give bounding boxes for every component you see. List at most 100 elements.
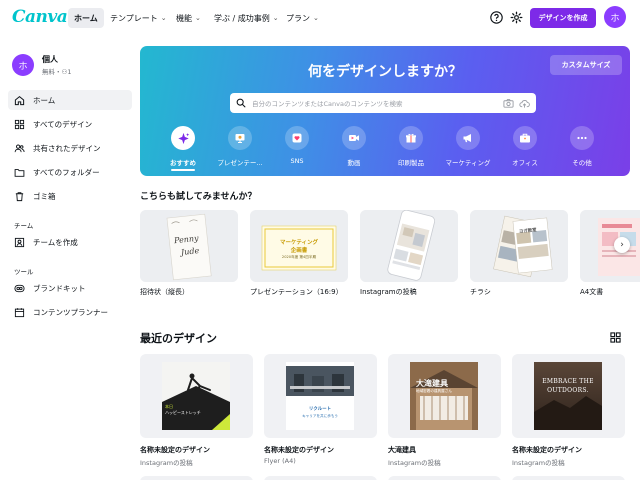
thumb-text: リクルート [308, 407, 332, 412]
sidebar-item-label: すべてのデザイン [33, 119, 93, 129]
sidebar-item-create-team[interactable]: チームを作成 [8, 232, 132, 252]
template-label: プレゼンテーション（16:9） [250, 288, 343, 296]
user-name[interactable]: 個人 [42, 54, 58, 65]
design-name[interactable]: 名称未設定のデザイン [264, 445, 334, 455]
brand-icon [14, 284, 25, 292]
nav-plans[interactable]: プラン ⌄ [280, 8, 325, 28]
gear-icon[interactable] [508, 9, 524, 25]
create-design-button[interactable]: デザインを作成 [530, 8, 596, 28]
template-label: Instagramの投稿 [360, 288, 417, 296]
calendar-icon [14, 307, 25, 317]
more-icon [570, 126, 594, 150]
sidebar: ホ 個人 無料・⚇1 ホーム すべてのデザイン 共有されたデザイン すべてのフォ… [0, 36, 136, 480]
template-card-presentation[interactable]: マーケティング 企画書 2020年度 第4四半期 [250, 210, 348, 282]
help-circle-icon[interactable] [488, 9, 504, 25]
user-avatar[interactable]: ホ [12, 54, 34, 76]
category-recommended[interactable]: おすすめ [155, 126, 211, 171]
instagram-thumbnail [360, 210, 458, 282]
thumb-text: OUTDOORS. [547, 387, 589, 394]
category-presentation[interactable]: プレゼンテー... [212, 126, 268, 167]
search-bar[interactable]: 自分のコンテンツまたはCanvaのコンテンツを検索 [230, 93, 536, 113]
recent-design-card[interactable] [388, 476, 501, 480]
nav-home-label: ホーム [74, 13, 98, 23]
category-more[interactable]: その他 [554, 126, 610, 167]
nav-templates[interactable]: テンプレート ⌄ [104, 8, 173, 28]
upload-cloud-icon[interactable] [519, 98, 530, 109]
design-type: Instagramの投稿 [388, 459, 441, 467]
design-type: Flyer (A4) [264, 457, 296, 465]
heart-icon [285, 126, 309, 150]
category-sns[interactable]: SNS [269, 126, 325, 165]
briefcase-icon [513, 126, 537, 150]
chevron-right-icon[interactable]: › [614, 237, 630, 253]
presentation-icon [228, 126, 252, 150]
recent-design-card[interactable] [512, 476, 625, 480]
trash-icon [15, 191, 24, 201]
category-marketing[interactable]: マーケティング [440, 126, 496, 167]
flyer-thumbnail [470, 210, 568, 282]
nav-home[interactable]: ホーム [68, 8, 104, 28]
category-office[interactable]: オフィス [497, 126, 553, 167]
template-card-instagram[interactable] [360, 210, 458, 282]
active-underline [171, 169, 195, 171]
nav-features[interactable]: 機能 ⌄ [170, 8, 207, 28]
template-label: 招待状（縦長） [140, 288, 189, 296]
thumb-text: EMBRACE THE [542, 378, 594, 385]
thumb-text: キャリアを共に歩もう [302, 414, 338, 418]
team-heading: チーム [14, 222, 34, 230]
hero-banner: 何をデザインしますか？ カスタムサイズ 自分のコンテンツまたはCanvaのコンテ… [140, 46, 630, 176]
design-name[interactable]: 名称未設定のデザイン [512, 445, 582, 455]
chevron-down-icon: ⌄ [313, 14, 319, 22]
design-name[interactable]: 大滝建具 [388, 445, 416, 455]
tools-heading: ツール [14, 268, 34, 276]
sidebar-item-label: 共有されたデザイン [33, 143, 101, 153]
category-print[interactable]: 印刷製品 [383, 126, 439, 167]
slide-text-3: 2020年度 第4四半期 [281, 255, 317, 259]
design-type: Instagramの投稿 [512, 459, 565, 467]
design-name[interactable]: 名称未設定のデザイン [140, 445, 210, 455]
thumb-text: 地域密着の建具屋さん [416, 389, 452, 393]
sidebar-item-label: すべてのフォルダー [33, 167, 100, 177]
template-card-a4[interactable] [580, 210, 640, 282]
thumb-text: ハッピーストレッチ [165, 410, 201, 415]
nav-learn[interactable]: 学ぶ / 成功事例 ⌄ [208, 8, 285, 28]
search-icon [236, 98, 246, 108]
sidebar-item-shared[interactable]: 共有されたデザイン [8, 138, 132, 158]
top-nav: Canva ホーム テンプレート ⌄ 機能 ⌄ 学ぶ / 成功事例 ⌄ プラン ⌄ デザ… [0, 0, 640, 36]
recent-design-card[interactable] [140, 476, 253, 480]
nav-learn-label: 学ぶ / 成功事例 [214, 13, 270, 23]
home-icon [14, 95, 25, 105]
sidebar-item-brand-kit[interactable]: ブランドキット [8, 278, 132, 298]
recent-design-card[interactable]: 本日 ハッピーストレッチ [140, 354, 253, 438]
category-video[interactable]: 動画 [326, 126, 382, 167]
sidebar-item-home[interactable]: ホーム [8, 90, 132, 110]
sidebar-item-label: コンテンツプランナー [33, 307, 108, 317]
recent-design-card[interactable]: 大滝建具 地域密着の建具屋さん [388, 354, 501, 438]
recent-design-card[interactable]: リクルート キャリアを共に歩もう [264, 354, 377, 438]
sidebar-item-all-designs[interactable]: すべてのデザイン [8, 114, 132, 134]
category-label: SNS [290, 157, 304, 165]
sidebar-item-trash[interactable]: ゴミ箱 [8, 186, 132, 206]
sidebar-item-folders[interactable]: すべてのフォルダー [8, 162, 132, 182]
video-icon [342, 126, 366, 150]
chevron-down-icon: ⌄ [195, 14, 201, 22]
sidebar-item-content-planner[interactable]: コンテンツプランナー [8, 302, 132, 322]
user-plan: 無料・⚇1 [42, 66, 71, 76]
category-label: 印刷製品 [398, 159, 424, 167]
template-card-flyer[interactable]: ヨガ教室 [470, 210, 568, 282]
category-label: おすすめ [170, 159, 196, 167]
grid-view-icon[interactable] [610, 332, 622, 344]
avatar[interactable]: ホ [604, 6, 626, 28]
chevron-down-icon: ⌄ [160, 14, 167, 22]
canva-logo[interactable]: Canva [12, 7, 68, 27]
suggestions-title: こちらも試してみませんか？ [140, 192, 257, 202]
recent-design-card[interactable] [264, 476, 377, 480]
camera-icon[interactable] [503, 98, 514, 109]
design-type: Instagramの投稿 [140, 459, 193, 467]
recent-design-card[interactable]: EMBRACE THE OUTDOORS. [512, 354, 625, 438]
sidebar-item-label: ブランドキット [33, 283, 86, 293]
template-card-invitation[interactable]: Penny Jude [140, 210, 238, 282]
search-input[interactable]: 自分のコンテンツまたはCanvaのコンテンツを検索 [252, 98, 503, 108]
custom-size-button[interactable]: カスタムサイズ [550, 55, 622, 75]
team-icon [14, 237, 25, 247]
